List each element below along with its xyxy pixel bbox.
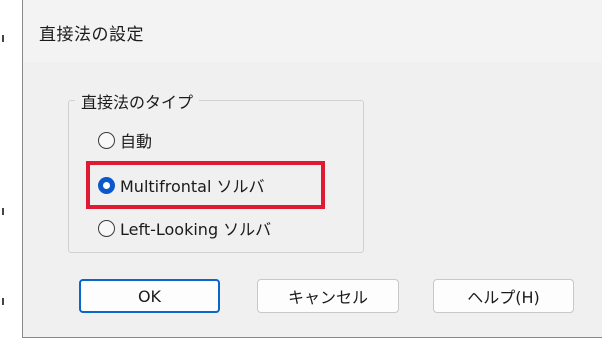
background-artifact [2, 298, 4, 305]
background-artifact [2, 35, 4, 42]
ok-button[interactable]: OK [79, 279, 220, 313]
close-icon[interactable] [598, 14, 602, 44]
title-bar: 直接法の設定 [23, 0, 602, 62]
radio-left-looking[interactable]: Left-Looking ソルバ [98, 215, 271, 241]
highlight-annotation [86, 161, 325, 209]
group-legend: 直接法のタイプ [75, 89, 200, 113]
background-artifact [2, 208, 4, 215]
help-button[interactable]: ヘルプ(H) [433, 279, 574, 313]
cancel-button[interactable]: キャンセル [257, 279, 399, 313]
radio-button-auto[interactable] [98, 131, 115, 149]
settings-dialog: 直接法の設定 直接法のタイプ 自動 Multifrontal ソルバ Left-… [22, 0, 602, 338]
radio-auto[interactable]: 自動 [98, 127, 152, 153]
radio-label-left-looking: Left-Looking ソルバ [120, 220, 272, 239]
dialog-title: 直接法の設定 [39, 25, 144, 45]
radio-button-left-looking[interactable] [98, 219, 115, 237]
radio-label-auto: 自動 [120, 132, 153, 151]
screen: 直接法の設定 直接法のタイプ 自動 Multifrontal ソルバ Left-… [0, 0, 602, 339]
